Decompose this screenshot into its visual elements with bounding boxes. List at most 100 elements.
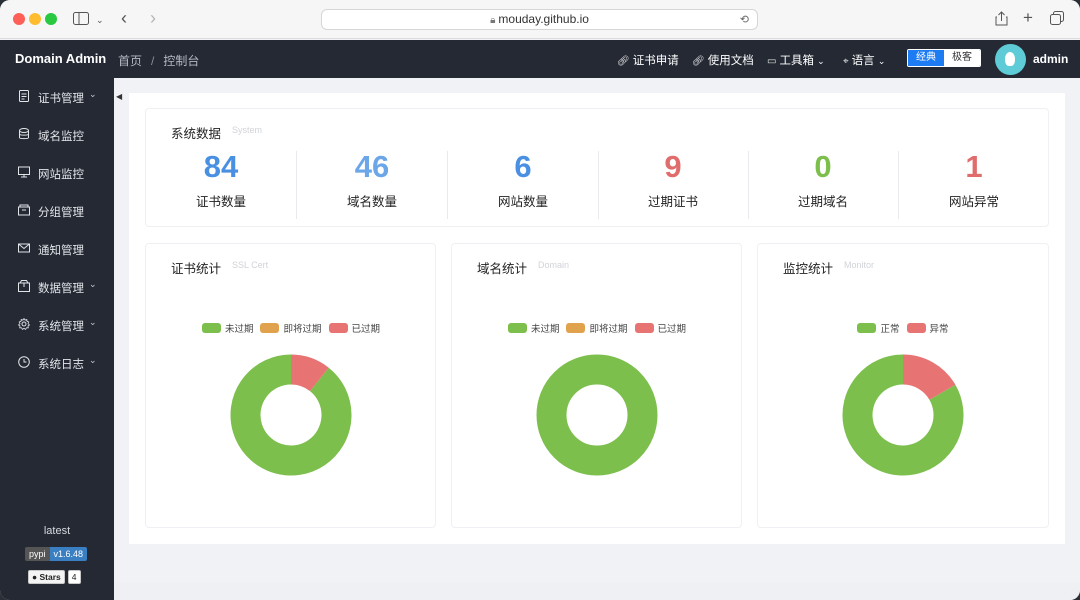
browser-window: ⌄ ‹ › 🔒︎ mouday.github.io ⟲ + Domain Admi… [0, 0, 1080, 600]
sidebar-item-label: 系统管理 [38, 321, 84, 333]
cert-stats-panel: 证书统计 SSL Cert 未过期 即将过期 已过期 [145, 243, 436, 528]
stat-expired-cert[interactable]: 9 过期证书 [598, 149, 748, 217]
sidebar-item-system[interactable]: 系统管理 ⌄ [0, 306, 114, 344]
sidebar-item-cert[interactable]: 证书管理 ⌄ [0, 78, 114, 116]
panel-subtitle: SSL Cert [232, 260, 269, 270]
legend-swatch [507, 323, 527, 333]
back-icon[interactable]: ‹ [121, 9, 127, 27]
version-label: latest [43, 525, 71, 537]
mail-icon [18, 243, 30, 253]
sidebar-toggle-icon[interactable] [73, 12, 89, 29]
collapse-sidebar-icon[interactable]: ◀ [116, 92, 122, 101]
legend-label: 未过期 [224, 324, 254, 335]
sidebar-item-data[interactable]: 数据管理 ⌄ [0, 268, 114, 306]
location-icon: ⌖ [843, 56, 849, 67]
legend-swatch [634, 323, 654, 333]
forward-icon[interactable]: › [150, 9, 156, 27]
system-card-title: 系统数据 [171, 127, 222, 141]
panel-title: 域名统计 [477, 262, 528, 276]
gear-icon [18, 318, 30, 330]
sidebar-item-label: 系统日志 [38, 359, 84, 371]
breadcrumb-current: 控制台 [163, 54, 200, 68]
nav-cert-apply[interactable]: 🔗︎ 证书申请 [617, 52, 679, 68]
stat-label: 域名数量 [346, 195, 397, 209]
stat-website-count[interactable]: 6 网站数量 [448, 149, 598, 217]
github-icon: ● [32, 572, 38, 582]
stat-value: 46 [354, 149, 390, 184]
nav-language[interactable]: ⌖ 语言 ⌄ [843, 52, 885, 68]
nav-toolbox[interactable]: ▭ 工具箱 ⌄ [767, 52, 825, 68]
theme-toggle[interactable]: 经典 极客 [907, 49, 981, 67]
main-content: 系统数据 System 84 证书数量 46 域名数量 6 网站数量 9 过期证… [129, 93, 1065, 544]
link-icon: 🔗︎ [617, 56, 630, 67]
donut-slice[interactable] [290, 354, 329, 392]
close-window-button[interactable] [13, 13, 25, 25]
sidebar-item-log[interactable]: 系统日志 ⌄ [0, 344, 114, 382]
legend-item[interactable]: 已过期 [328, 321, 381, 335]
legend-label: 即将过期 [589, 324, 628, 335]
folder-icon [18, 204, 30, 216]
stat-value: 6 [514, 149, 532, 184]
legend-item[interactable]: 已过期 [634, 321, 687, 335]
share-icon[interactable] [995, 11, 1008, 30]
legend-swatch [201, 323, 221, 333]
pypi-badge[interactable]: pypi v1.6.48 [25, 547, 88, 561]
brand-title[interactable]: Domain Admin [15, 51, 106, 66]
donut-chart [230, 354, 352, 476]
monitor-icon [18, 166, 30, 178]
theme-geek-button[interactable]: 极客 [944, 50, 980, 66]
legend-item[interactable]: 未过期 [201, 321, 254, 335]
sidebar-item-website[interactable]: 网站监控 [0, 154, 114, 192]
lock-icon: 🔒︎ [490, 15, 496, 26]
domain-stats-panel: 域名统计 Domain 未过期 即将过期 已过期 [451, 243, 742, 528]
box-icon [18, 280, 30, 292]
reload-icon[interactable]: ⟲ [740, 11, 751, 30]
sidebar-item-label: 域名监控 [38, 131, 84, 143]
chevron-down-icon[interactable]: ⌄ [96, 12, 104, 28]
github-stars-label: ● Stars [28, 570, 65, 584]
sidebar-item-label: 数据管理 [38, 283, 84, 295]
nav-docs[interactable]: 🔗︎ 使用文档 [692, 52, 754, 68]
stat-value: 84 [203, 149, 239, 184]
legend-label: 即将过期 [283, 324, 322, 335]
stat-website-error[interactable]: 1 网站异常 [899, 149, 1049, 217]
chevron-down-icon: ⌄ [89, 89, 97, 99]
legend-label: 已过期 [657, 324, 687, 335]
tabs-overview-icon[interactable] [1050, 11, 1064, 29]
stat-cert-count[interactable]: 84 证书数量 [146, 149, 296, 217]
legend-item[interactable]: 异常 [906, 321, 949, 335]
chevron-down-icon: ⌄ [89, 279, 97, 289]
legend-label: 已过期 [351, 324, 381, 335]
legend-item[interactable]: 正常 [857, 321, 900, 335]
theme-classic-button[interactable]: 经典 [908, 50, 944, 66]
sidebar-item-group[interactable]: 分组管理 [0, 192, 114, 230]
stat-expired-domain[interactable]: 0 过期域名 [748, 149, 898, 217]
github-stars-badge[interactable]: ● Stars 4 [28, 570, 81, 584]
sidebar-item-label: 通知管理 [38, 245, 84, 257]
new-tab-icon[interactable]: + [1023, 9, 1033, 26]
breadcrumb-home[interactable]: 首页 [118, 54, 142, 68]
legend-item[interactable]: 即将过期 [260, 321, 322, 335]
minimize-window-button[interactable] [29, 13, 41, 25]
legend-item[interactable]: 即将过期 [566, 321, 628, 335]
sidebar-item-label: 分组管理 [38, 207, 84, 219]
username[interactable]: admin [1033, 52, 1068, 66]
system-stats-card: 系统数据 System 84 证书数量 46 域名数量 6 网站数量 9 过期证… [145, 108, 1049, 227]
legend-item[interactable]: 未过期 [507, 321, 559, 335]
sidebar-item-label: 网站监控 [38, 169, 84, 181]
donut-slice[interactable] [902, 354, 956, 401]
chevron-down-icon: ⌄ [89, 317, 97, 327]
sidebar-item-domain[interactable]: 域名监控 [0, 116, 114, 154]
donut-slice[interactable] [536, 354, 658, 476]
avatar[interactable] [995, 44, 1026, 75]
github-stars-count: 4 [67, 570, 81, 584]
stat-domain-count[interactable]: 46 域名数量 [297, 149, 447, 217]
monitor-stats-panel: 监控统计 Monitor 正常 异常 [757, 243, 1049, 528]
maximize-window-button[interactable] [45, 13, 57, 25]
stat-label: 过期域名 [797, 195, 848, 209]
legend-swatch [857, 323, 877, 333]
address-bar[interactable]: 🔒︎ mouday.github.io ⟲ [321, 9, 758, 30]
chart-legend: 未过期 即将过期 已过期 [146, 321, 436, 335]
sidebar-item-notify[interactable]: 通知管理 [0, 230, 114, 268]
sidebar: 证书管理 ⌄ 域名监控 网站监控 分组管理 通知管理 数据管理 ⌄ 系统管理 ⌄ [0, 78, 114, 600]
